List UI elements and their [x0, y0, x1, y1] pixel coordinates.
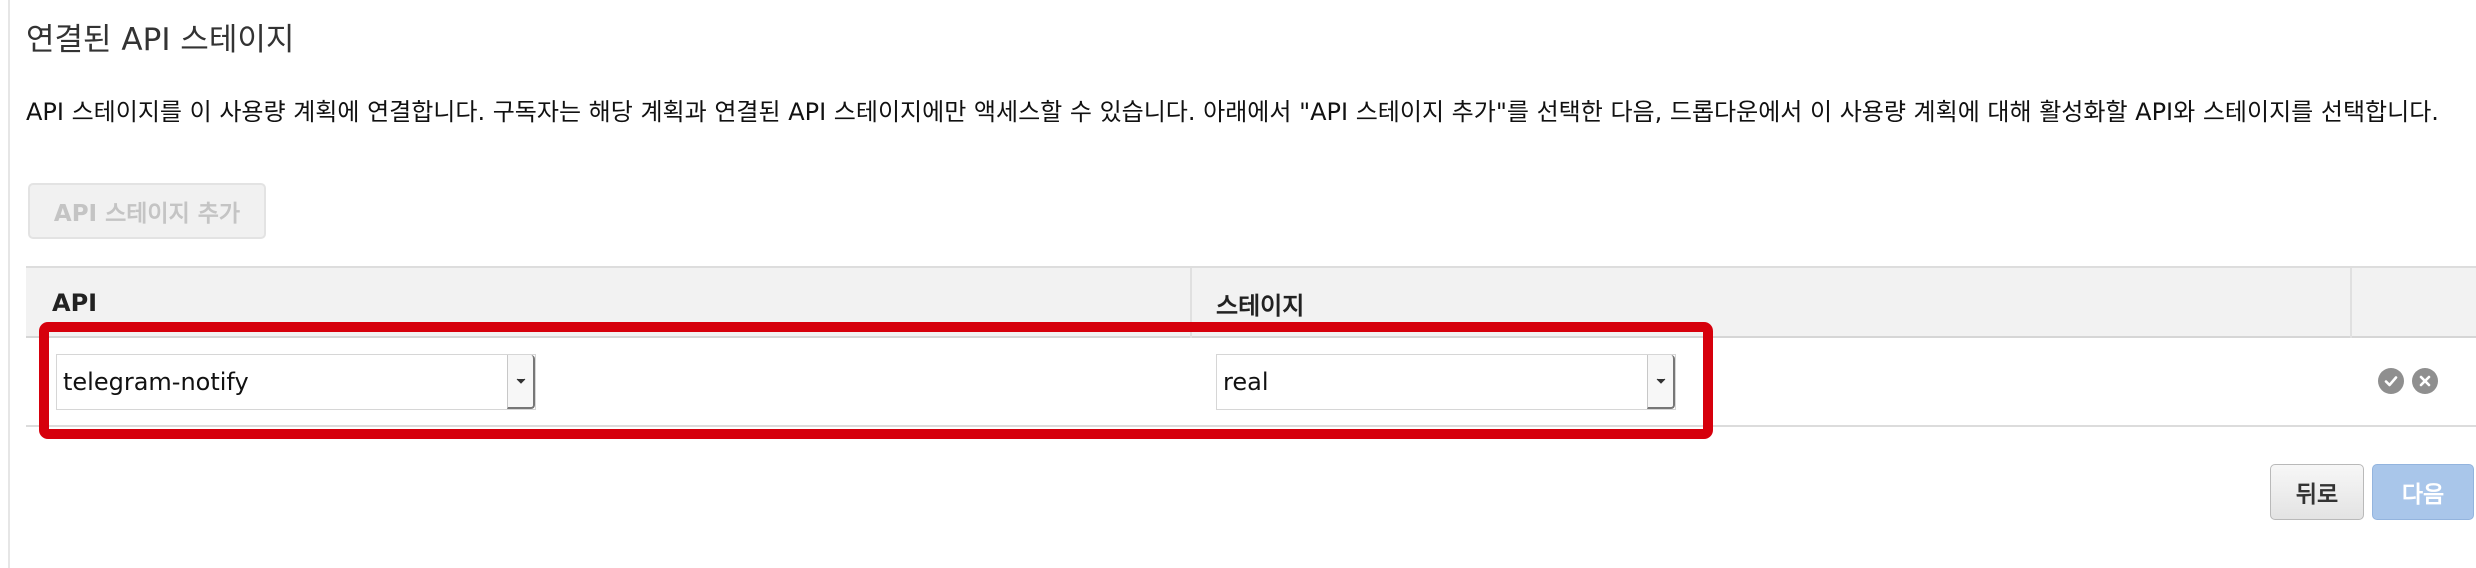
column-header-api: API: [52, 289, 98, 317]
left-border: [8, 0, 10, 568]
table-header: API 스테이지: [26, 266, 2476, 338]
column-divider: [2350, 268, 2352, 338]
stage-select-value: real: [1223, 368, 1269, 396]
back-button[interactable]: 뒤로: [2270, 464, 2364, 520]
api-select-value: telegram-notify: [63, 368, 249, 396]
api-select[interactable]: telegram-notify: [56, 354, 536, 410]
section-description: API 스테이지를 이 사용량 계획에 연결합니다. 구독자는 해당 계획과 연…: [26, 98, 2439, 126]
column-header-stage: 스테이지: [1216, 291, 1305, 320]
column-divider: [1190, 268, 1192, 338]
check-circle-icon[interactable]: [2378, 368, 2404, 394]
close-circle-icon[interactable]: [2412, 368, 2438, 394]
section-title: 연결된 API 스테이지: [26, 22, 295, 58]
table-row: telegram-notify real: [26, 338, 2476, 427]
stage-select-chevron-down-icon[interactable]: [1647, 355, 1675, 409]
row-actions: [2378, 368, 2438, 394]
stage-select[interactable]: real: [1216, 354, 1676, 410]
api-stage-table: API 스테이지 telegram-notify real: [26, 266, 2476, 427]
add-api-stage-button[interactable]: API 스테이지 추가: [28, 183, 266, 239]
next-button[interactable]: 다음: [2372, 464, 2474, 520]
api-select-chevron-down-icon[interactable]: [507, 355, 535, 409]
